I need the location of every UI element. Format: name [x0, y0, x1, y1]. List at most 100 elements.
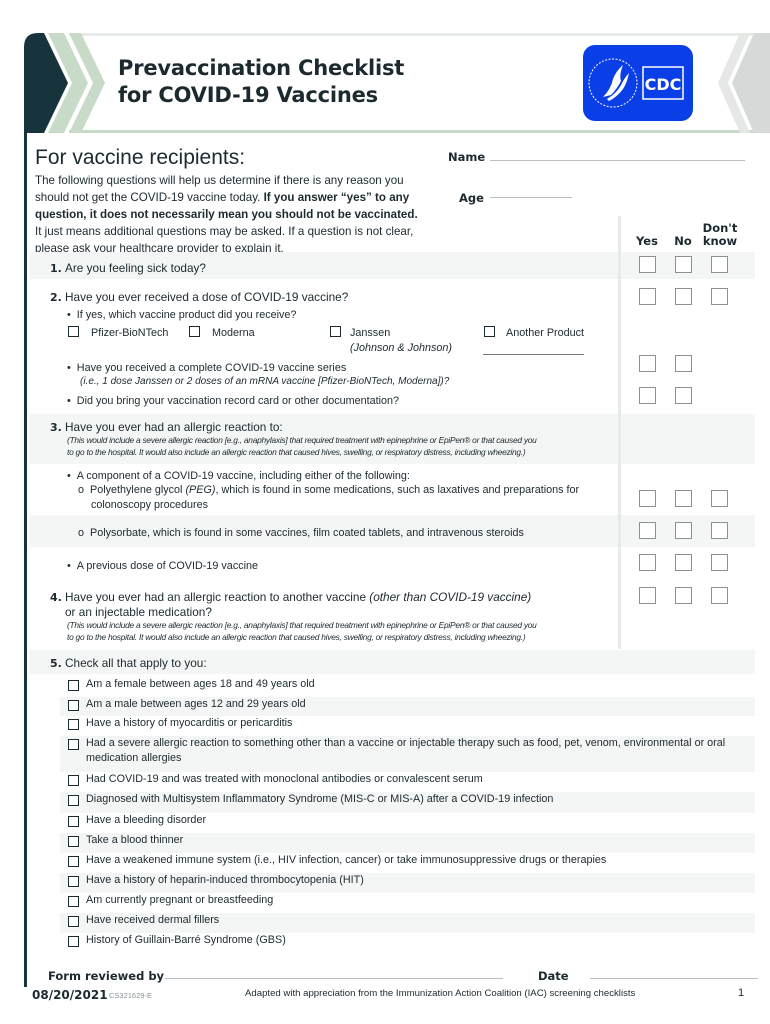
q5-item-label: Have received dermal fillers [86, 914, 220, 926]
q5-list-item: Have a history of myocarditis or pericar… [60, 716, 755, 736]
name-field[interactable] [490, 160, 745, 161]
answer-column-divider [618, 216, 621, 649]
question-2: 2. Have you ever received a dose of COVID… [50, 290, 348, 304]
question-4: 4. Have you ever had an allergic reaction… [50, 590, 531, 604]
q2-record-no-checkbox[interactable] [675, 387, 692, 404]
q3-previous-dose-yes-checkbox[interactable] [639, 554, 656, 571]
q2-series-no-checkbox[interactable] [675, 355, 692, 372]
form-reviewed-by-label: Form reviewed by [48, 969, 165, 983]
q3-peg-no-checkbox[interactable] [675, 490, 692, 507]
q5-list-item: Have received dermal fillers [60, 913, 755, 933]
product-janssen-label: Janssen [350, 327, 391, 339]
q5-item-checkbox[interactable] [68, 816, 79, 827]
q5-list-item: Am a female between ages 18 and 49 years… [60, 677, 755, 697]
q5-item-checkbox[interactable] [68, 719, 79, 730]
q5-item-label: Have a weakened immune system (i.e., HIV… [86, 854, 607, 866]
question-1: 1. Are you feeling sick today? [50, 261, 206, 275]
product-janssen-checkbox[interactable] [330, 326, 341, 337]
q4-note-line1: (This would include a severe allergic re… [67, 620, 537, 630]
q4-note-line2: to go to the hospital. It would also inc… [67, 632, 526, 642]
q2-sub-series: • Have you received a complete COVID-19 … [67, 362, 347, 374]
q3-polysorbate-no-checkbox[interactable] [675, 522, 692, 539]
logo-text: CDC [645, 75, 682, 94]
product-another-checkbox[interactable] [484, 326, 495, 337]
q5-list-item: Am a male between ages 12 and 29 years o… [60, 697, 755, 716]
age-field[interactable] [490, 197, 572, 198]
q5-item-checkbox[interactable] [68, 775, 79, 786]
product-moderna-checkbox[interactable] [189, 326, 200, 337]
intro-text-part2: It just means additional questions may b… [35, 225, 414, 255]
q3-polysorbate-yes-checkbox[interactable] [639, 522, 656, 539]
q3-polysorbate: o Polysorbate, which is found in some va… [78, 527, 524, 539]
q3-peg-yes-checkbox[interactable] [639, 490, 656, 507]
q5-list-item: Am currently pregnant or breastfeeding [60, 893, 755, 913]
q5-item-label: Am a male between ages 12 and 29 years o… [86, 698, 306, 710]
q3-previous-dose: • A previous dose of COVID-19 vaccine [67, 560, 259, 572]
q1-no-checkbox[interactable] [675, 256, 692, 273]
q5-item-label: Take a blood thinner [86, 834, 184, 846]
q1-yes-checkbox[interactable] [639, 256, 656, 273]
column-header-no: No [674, 234, 692, 248]
another-product-field[interactable] [483, 354, 584, 355]
date-label: Date [538, 969, 569, 983]
question-4-number: 4. [50, 591, 62, 604]
q2-sub-product: • If yes, which vaccine product did you … [67, 309, 297, 321]
q5-item-checkbox[interactable] [68, 700, 79, 711]
revision-date: 08/20/2021 [32, 988, 108, 1002]
q5-item-checkbox[interactable] [68, 896, 79, 907]
q5-item-checkbox[interactable] [68, 916, 79, 927]
question-5-text: Check all that apply to you: [65, 656, 207, 670]
product-pfizer-checkbox[interactable] [68, 326, 79, 337]
q5-item-checkbox[interactable] [68, 680, 79, 691]
q2-sub-series-text: Have you received a complete COVID-19 va… [76, 362, 347, 374]
question-3-text: Have you ever had an allergic reaction t… [65, 420, 283, 434]
q3-peg-dont-know-checkbox[interactable] [711, 490, 728, 507]
question-4-text: Have you ever had an allergic reaction t… [65, 590, 370, 604]
name-label: Name [448, 150, 486, 164]
q5-item-checkbox[interactable] [68, 856, 79, 867]
q5-list-item: Take a blood thinner [60, 833, 755, 853]
q5-list-item: Diagnosed with Multisystem Inflammatory … [60, 792, 755, 813]
q2-yes-checkbox[interactable] [639, 288, 656, 305]
q4-yes-checkbox[interactable] [639, 587, 656, 604]
hhs-eagle-icon: CDC [588, 58, 684, 108]
q1-dont-know-checkbox[interactable] [711, 256, 728, 273]
product-janssen-sublabel: (Johnson & Johnson) [350, 342, 453, 354]
credit-text: Adapted with appreciation from the Immun… [245, 988, 636, 999]
q2-no-checkbox[interactable] [675, 288, 692, 305]
header-banner: Prevaccination Checklist for COVID-19 Va… [24, 33, 770, 133]
q2-record-yes-checkbox[interactable] [639, 387, 656, 404]
form-reviewed-by-field[interactable] [165, 978, 503, 979]
q5-item-checkbox[interactable] [68, 876, 79, 887]
q5-item-checkbox[interactable] [68, 936, 79, 947]
q3-peg: o Polyethylene glycol (PEG), which is fo… [78, 484, 580, 496]
column-header-yes: Yes [636, 234, 658, 248]
age-label: Age [459, 191, 484, 205]
q5-item-label: History of Guillain-Barré Syndrome (GBS) [86, 934, 286, 946]
q4-dont-know-checkbox[interactable] [711, 587, 728, 604]
question-2-number: 2. [50, 291, 62, 304]
product-another-label: Another Product [506, 327, 585, 339]
q3-previous-dose-no-checkbox[interactable] [675, 554, 692, 571]
dont-know-line2: know [702, 234, 738, 248]
q5-item-label: Had a severe allergic reaction to someth… [86, 737, 726, 764]
q4-no-checkbox[interactable] [675, 587, 692, 604]
q5-item-checkbox[interactable] [68, 739, 79, 750]
q3-previous-dose-dont-know-checkbox[interactable] [711, 554, 728, 571]
page-title: Prevaccination Checklist for COVID-19 Va… [118, 55, 404, 109]
cdc-logo: CDC [583, 45, 693, 121]
q3-note-line2: to go to the hospital. It would also inc… [67, 447, 526, 457]
q3-note-line1: (This would include a severe allergic re… [67, 435, 537, 445]
q2-series-yes-checkbox[interactable] [639, 355, 656, 372]
q3-peg-prefix: Polyethylene glycol [90, 484, 186, 496]
left-page-border [24, 130, 27, 987]
q2-dont-know-checkbox[interactable] [711, 288, 728, 305]
product-moderna-label: Moderna [212, 327, 255, 339]
q3-polysorbate-dont-know-checkbox[interactable] [711, 522, 728, 539]
q3-peg-italic: (PEG) [185, 484, 216, 496]
q5-item-checkbox[interactable] [68, 836, 79, 847]
q5-item-checkbox[interactable] [68, 795, 79, 806]
question-5: 5. Check all that apply to you: [50, 656, 207, 670]
date-field[interactable] [590, 978, 758, 979]
question-3-number: 3. [50, 421, 62, 434]
